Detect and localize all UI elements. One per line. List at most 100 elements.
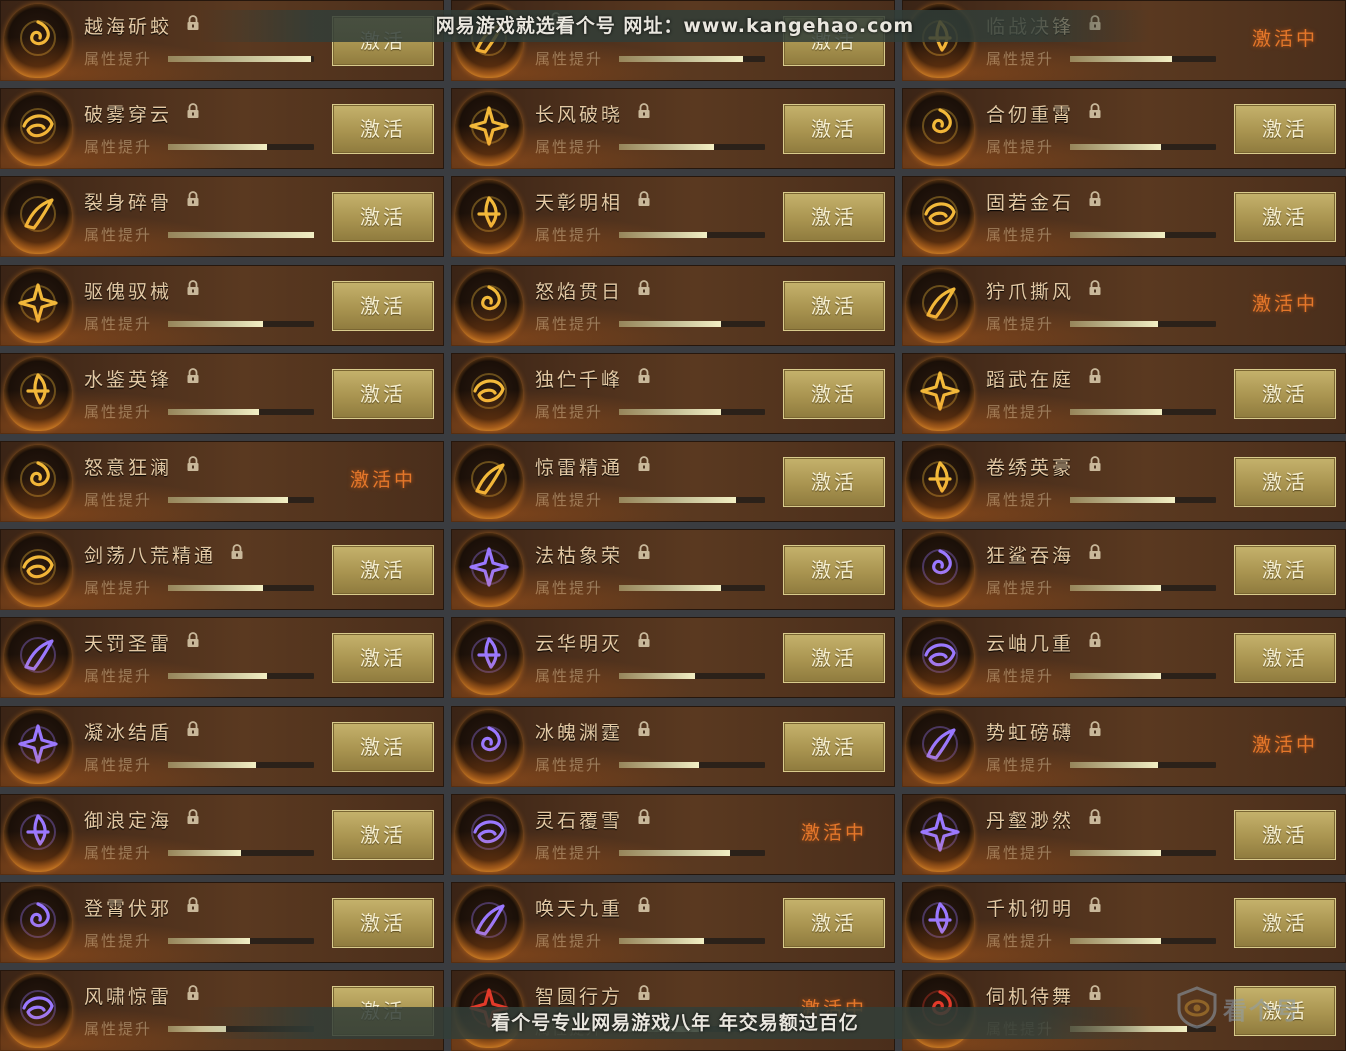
progress-bar — [619, 56, 765, 62]
attribute-label: 属性提升 — [986, 138, 1055, 157]
lock-icon — [186, 279, 200, 296]
progress-bar — [619, 408, 765, 415]
skill-name: 独伫千峰 — [535, 365, 651, 392]
skill-emblem — [4, 444, 72, 519]
progress-fill — [168, 849, 241, 856]
activate-button[interactable]: 激活 — [332, 192, 434, 243]
attribute-label: 属性提升 — [986, 402, 1055, 421]
skill-name: 天罚圣雷 — [84, 629, 200, 656]
skill-emblem — [455, 92, 523, 167]
activate-button[interactable]: 激活 — [332, 721, 434, 772]
activate-button[interactable]: 激活 — [783, 192, 885, 243]
lock-icon — [1088, 896, 1102, 913]
activate-button[interactable]: 激活 — [1234, 545, 1336, 596]
activate-button[interactable]: 激活 — [1234, 809, 1336, 860]
progress-fill — [619, 849, 730, 856]
progress-fill — [619, 585, 722, 592]
progress-bar — [1070, 937, 1216, 944]
activate-button[interactable]: 激活 — [1234, 368, 1336, 419]
progress-fill — [1070, 585, 1161, 592]
lock-icon — [186, 103, 200, 119]
skill-name-text: 伺机待舞 — [986, 986, 1075, 1009]
skill-name: 登霄伏邪 — [84, 894, 200, 921]
skill-name-text: 登霄伏邪 — [84, 897, 173, 920]
activate-button[interactable]: 激活 — [783, 897, 885, 948]
activate-button[interactable]: 激活 — [783, 456, 885, 507]
progress-fill — [168, 408, 259, 415]
rainbow-icon — [922, 725, 958, 762]
skill-name: 破雾穿云 — [84, 100, 200, 127]
progress-fill — [1070, 937, 1161, 944]
activate-button[interactable]: 激活 — [332, 104, 434, 155]
lock-icon — [186, 985, 200, 1001]
skill-emblem — [906, 621, 974, 696]
attribute-label: 属性提升 — [84, 755, 153, 774]
progress-fill — [168, 937, 250, 944]
progress-bar — [619, 320, 765, 327]
progress-bar — [168, 849, 314, 856]
watermark-bottom: 看个号专业网易游戏八年 年交易额过百亿 — [200, 1007, 1150, 1039]
attribute-label: 属性提升 — [986, 843, 1055, 862]
activate-button[interactable]: 激活 — [1234, 633, 1336, 684]
skill-card: 狂鲨吞海 属性提升 激活 — [902, 529, 1346, 611]
lock-icon — [1088, 544, 1102, 560]
progress-fill — [619, 408, 722, 415]
activate-button[interactable]: 激活 — [783, 545, 885, 596]
lock-icon — [186, 720, 200, 737]
activate-button[interactable]: 激活 — [332, 633, 434, 684]
activate-button[interactable]: 激活 — [332, 809, 434, 860]
logo-text: 看个号 — [1223, 997, 1301, 1025]
activate-button[interactable]: 激活 — [1234, 104, 1336, 155]
feather-icon — [469, 106, 509, 146]
ice-soul-icon — [471, 725, 507, 762]
skill-emblem — [4, 974, 72, 1049]
activate-button[interactable]: 激活 — [783, 104, 885, 155]
attribute-label: 属性提升 — [535, 226, 604, 245]
progress-bar — [1070, 408, 1216, 415]
skill-card: 御浪定海 属性提升 激活 — [0, 793, 444, 875]
progress-bar — [619, 673, 765, 680]
puppet-icon — [18, 282, 58, 323]
activate-button[interactable]: 激活 — [1234, 192, 1336, 243]
activate-button[interactable]: 激活 — [1234, 456, 1336, 507]
skill-emblem — [455, 444, 523, 519]
progress-fill — [1070, 232, 1165, 239]
lock-icon — [186, 15, 200, 31]
skill-emblem — [4, 92, 72, 167]
activate-button[interactable]: 激活 — [332, 280, 434, 331]
activate-button[interactable]: 激活 — [783, 721, 885, 772]
progress-bar — [1070, 496, 1216, 503]
activate-button[interactable]: 激活 — [332, 897, 434, 948]
ascend-icon — [20, 901, 56, 938]
attribute-label: 属性提升 — [535, 50, 604, 68]
progress-fill — [1070, 408, 1162, 415]
skill-name-text: 灵石覆雪 — [535, 809, 624, 832]
skill-emblem — [4, 268, 72, 343]
progress-bar — [168, 673, 314, 680]
activate-button[interactable]: 激活 — [783, 280, 885, 331]
activate-button[interactable]: 激活 — [783, 633, 885, 684]
skill-emblem — [4, 4, 72, 78]
peak-icon — [471, 372, 507, 409]
skill-name-text: 狂鲨吞海 — [986, 545, 1075, 568]
attribute-label: 属性提升 — [535, 755, 604, 774]
activate-button[interactable]: 激活 — [332, 368, 434, 419]
progress-bar — [1070, 56, 1216, 62]
skill-card: 丹壑渺然属性提升 激活 — [902, 793, 1346, 875]
lock-icon — [1088, 279, 1102, 296]
attribute-label: 属性提升 — [84, 490, 153, 509]
skill-card: 卷绣英豪 属性提升 激活 — [902, 440, 1346, 522]
progress-bar — [619, 849, 765, 856]
skill-name: 丹壑渺然 — [986, 806, 1102, 833]
skill-name: 蹈武在庭 — [986, 365, 1102, 392]
attribute-label: 属性提升 — [986, 755, 1055, 774]
skill-name: 智圆行方 — [535, 982, 651, 1009]
activate-button[interactable]: 激活 — [332, 545, 434, 596]
skill-emblem — [4, 621, 72, 696]
snow-stone-icon — [471, 813, 507, 850]
activate-button[interactable]: 激活 — [783, 368, 885, 419]
attribute-label: 属性提升 — [986, 50, 1055, 68]
activate-button[interactable]: 激活 — [1234, 897, 1336, 948]
skill-emblem — [906, 797, 974, 872]
skill-card: 法枯象荣 属性提升 激活 — [451, 529, 895, 611]
